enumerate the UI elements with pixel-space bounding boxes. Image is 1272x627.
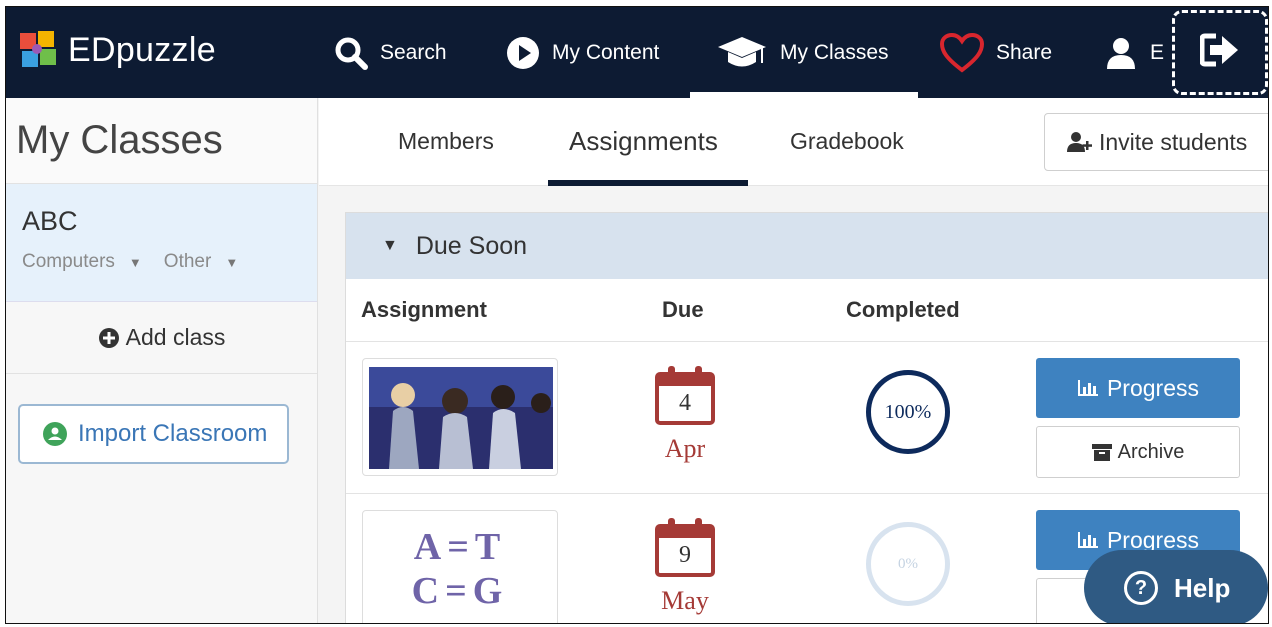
caret-down-icon[interactable]: ▼ — [129, 255, 142, 270]
due-month: Apr — [664, 434, 706, 463]
import-classroom-label: Import Classroom — [78, 420, 268, 447]
due-day: 9 — [679, 542, 691, 568]
class-tag-computers[interactable]: Computers — [22, 251, 115, 273]
heart-icon — [940, 33, 984, 73]
assignment-row: 4 Apr 100% Progress Archive — [346, 341, 1268, 493]
due-day: 4 — [679, 390, 691, 416]
nav-share[interactable]: Share — [940, 33, 1053, 73]
nav-my-content-label: My Content — [552, 41, 660, 64]
due-soon-label: Due Soon — [415, 231, 528, 260]
puzzle-logo-icon — [18, 29, 60, 71]
nav-my-classes[interactable]: My Classes — [716, 35, 889, 71]
completion-ring: 0% — [866, 522, 950, 606]
due-month: May — [661, 586, 709, 615]
completion-ring: 100% — [866, 370, 950, 454]
brand[interactable]: EDpuzzle — [18, 29, 216, 71]
add-user-icon — [1067, 131, 1093, 153]
archive-button[interactable]: Archive — [1036, 426, 1240, 478]
bar-chart-icon — [1077, 378, 1099, 398]
play-circle-icon — [506, 36, 540, 70]
tab-members[interactable]: Members — [398, 128, 494, 155]
thumbnail-text-line-1: A=T — [413, 526, 507, 568]
invite-students-button[interactable]: Invite students — [1044, 113, 1268, 171]
tab-gradebook[interactable]: Gradebook — [790, 128, 904, 155]
nav-user-label: E — [1150, 41, 1165, 64]
col-header-due: Due — [662, 297, 704, 322]
due-soon-header[interactable]: ▼ Due Soon — [346, 213, 1268, 279]
nav-my-content[interactable]: My Content — [506, 35, 659, 71]
top-navigation: EDpuzzle Search My Content My Classes Sh — [6, 7, 1268, 98]
archive-box-icon — [1091, 443, 1112, 461]
google-classroom-icon — [42, 421, 68, 447]
archive-label: Archive — [1117, 440, 1185, 463]
plus-circle-icon — [98, 327, 120, 349]
col-header-completed: Completed — [846, 297, 960, 322]
tab-assignments[interactable]: Assignments — [569, 126, 718, 157]
nav-my-classes-label: My Classes — [780, 41, 889, 64]
triangle-down-icon: ▼ — [382, 237, 398, 254]
class-tag-other[interactable]: Other — [164, 251, 212, 273]
sidebar: My Classes ABC Computers ▼ Other ▼ Add c… — [6, 98, 318, 623]
completion-percent: 100% — [884, 400, 932, 423]
app-frame: EDpuzzle Search My Content My Classes Sh — [5, 6, 1269, 624]
bar-chart-icon — [1077, 530, 1099, 550]
class-name: ABC — [22, 206, 78, 236]
video-thumbnail[interactable] — [362, 358, 558, 476]
brand-name: EDpuzzle — [68, 30, 216, 69]
nav-search-label: Search — [380, 41, 447, 64]
help-button[interactable]: ? Help — [1084, 550, 1268, 623]
nav-search[interactable]: Search — [334, 35, 447, 71]
import-classroom-button[interactable]: Import Classroom — [18, 404, 289, 464]
nav-user[interactable]: E — [1104, 35, 1164, 71]
calendar-icon: 9 — [654, 516, 716, 578]
add-class-button[interactable]: Add class — [6, 302, 317, 374]
caret-down-icon[interactable]: ▼ — [225, 255, 238, 270]
due-date: 9 May — [654, 516, 716, 616]
invite-students-label: Invite students — [1099, 128, 1248, 155]
col-header-assignment: Assignment — [361, 297, 487, 322]
graduation-cap-icon — [716, 35, 768, 71]
class-tags: Computers ▼ Other ▼ — [22, 251, 317, 273]
thumbnail-text-line-2: C=G — [411, 570, 509, 612]
due-date: 4 Apr — [654, 364, 716, 464]
active-tab-indicator — [548, 180, 748, 186]
main-content: Members Assignments Gradebook Invite stu… — [319, 98, 1268, 623]
help-label: Help — [1174, 572, 1231, 603]
sidebar-class-item[interactable]: ABC Computers ▼ Other ▼ — [6, 184, 317, 302]
calendar-icon: 4 — [654, 364, 716, 426]
video-thumbnail[interactable]: A=T C=G — [362, 510, 558, 623]
search-icon — [334, 36, 368, 70]
logout-button[interactable] — [1172, 10, 1268, 95]
add-class-label: Add class — [125, 324, 226, 350]
completion-percent: 0% — [898, 555, 918, 572]
question-circle-icon: ? — [1124, 571, 1158, 605]
progress-button[interactable]: Progress — [1036, 358, 1240, 418]
sidebar-title: My Classes — [6, 98, 317, 184]
nav-share-label: Share — [996, 41, 1053, 64]
tabs-bar: Members Assignments Gradebook Invite stu… — [319, 98, 1268, 186]
user-icon — [1104, 36, 1138, 70]
progress-label: Progress — [1106, 374, 1200, 401]
sign-out-icon — [1199, 33, 1240, 72]
